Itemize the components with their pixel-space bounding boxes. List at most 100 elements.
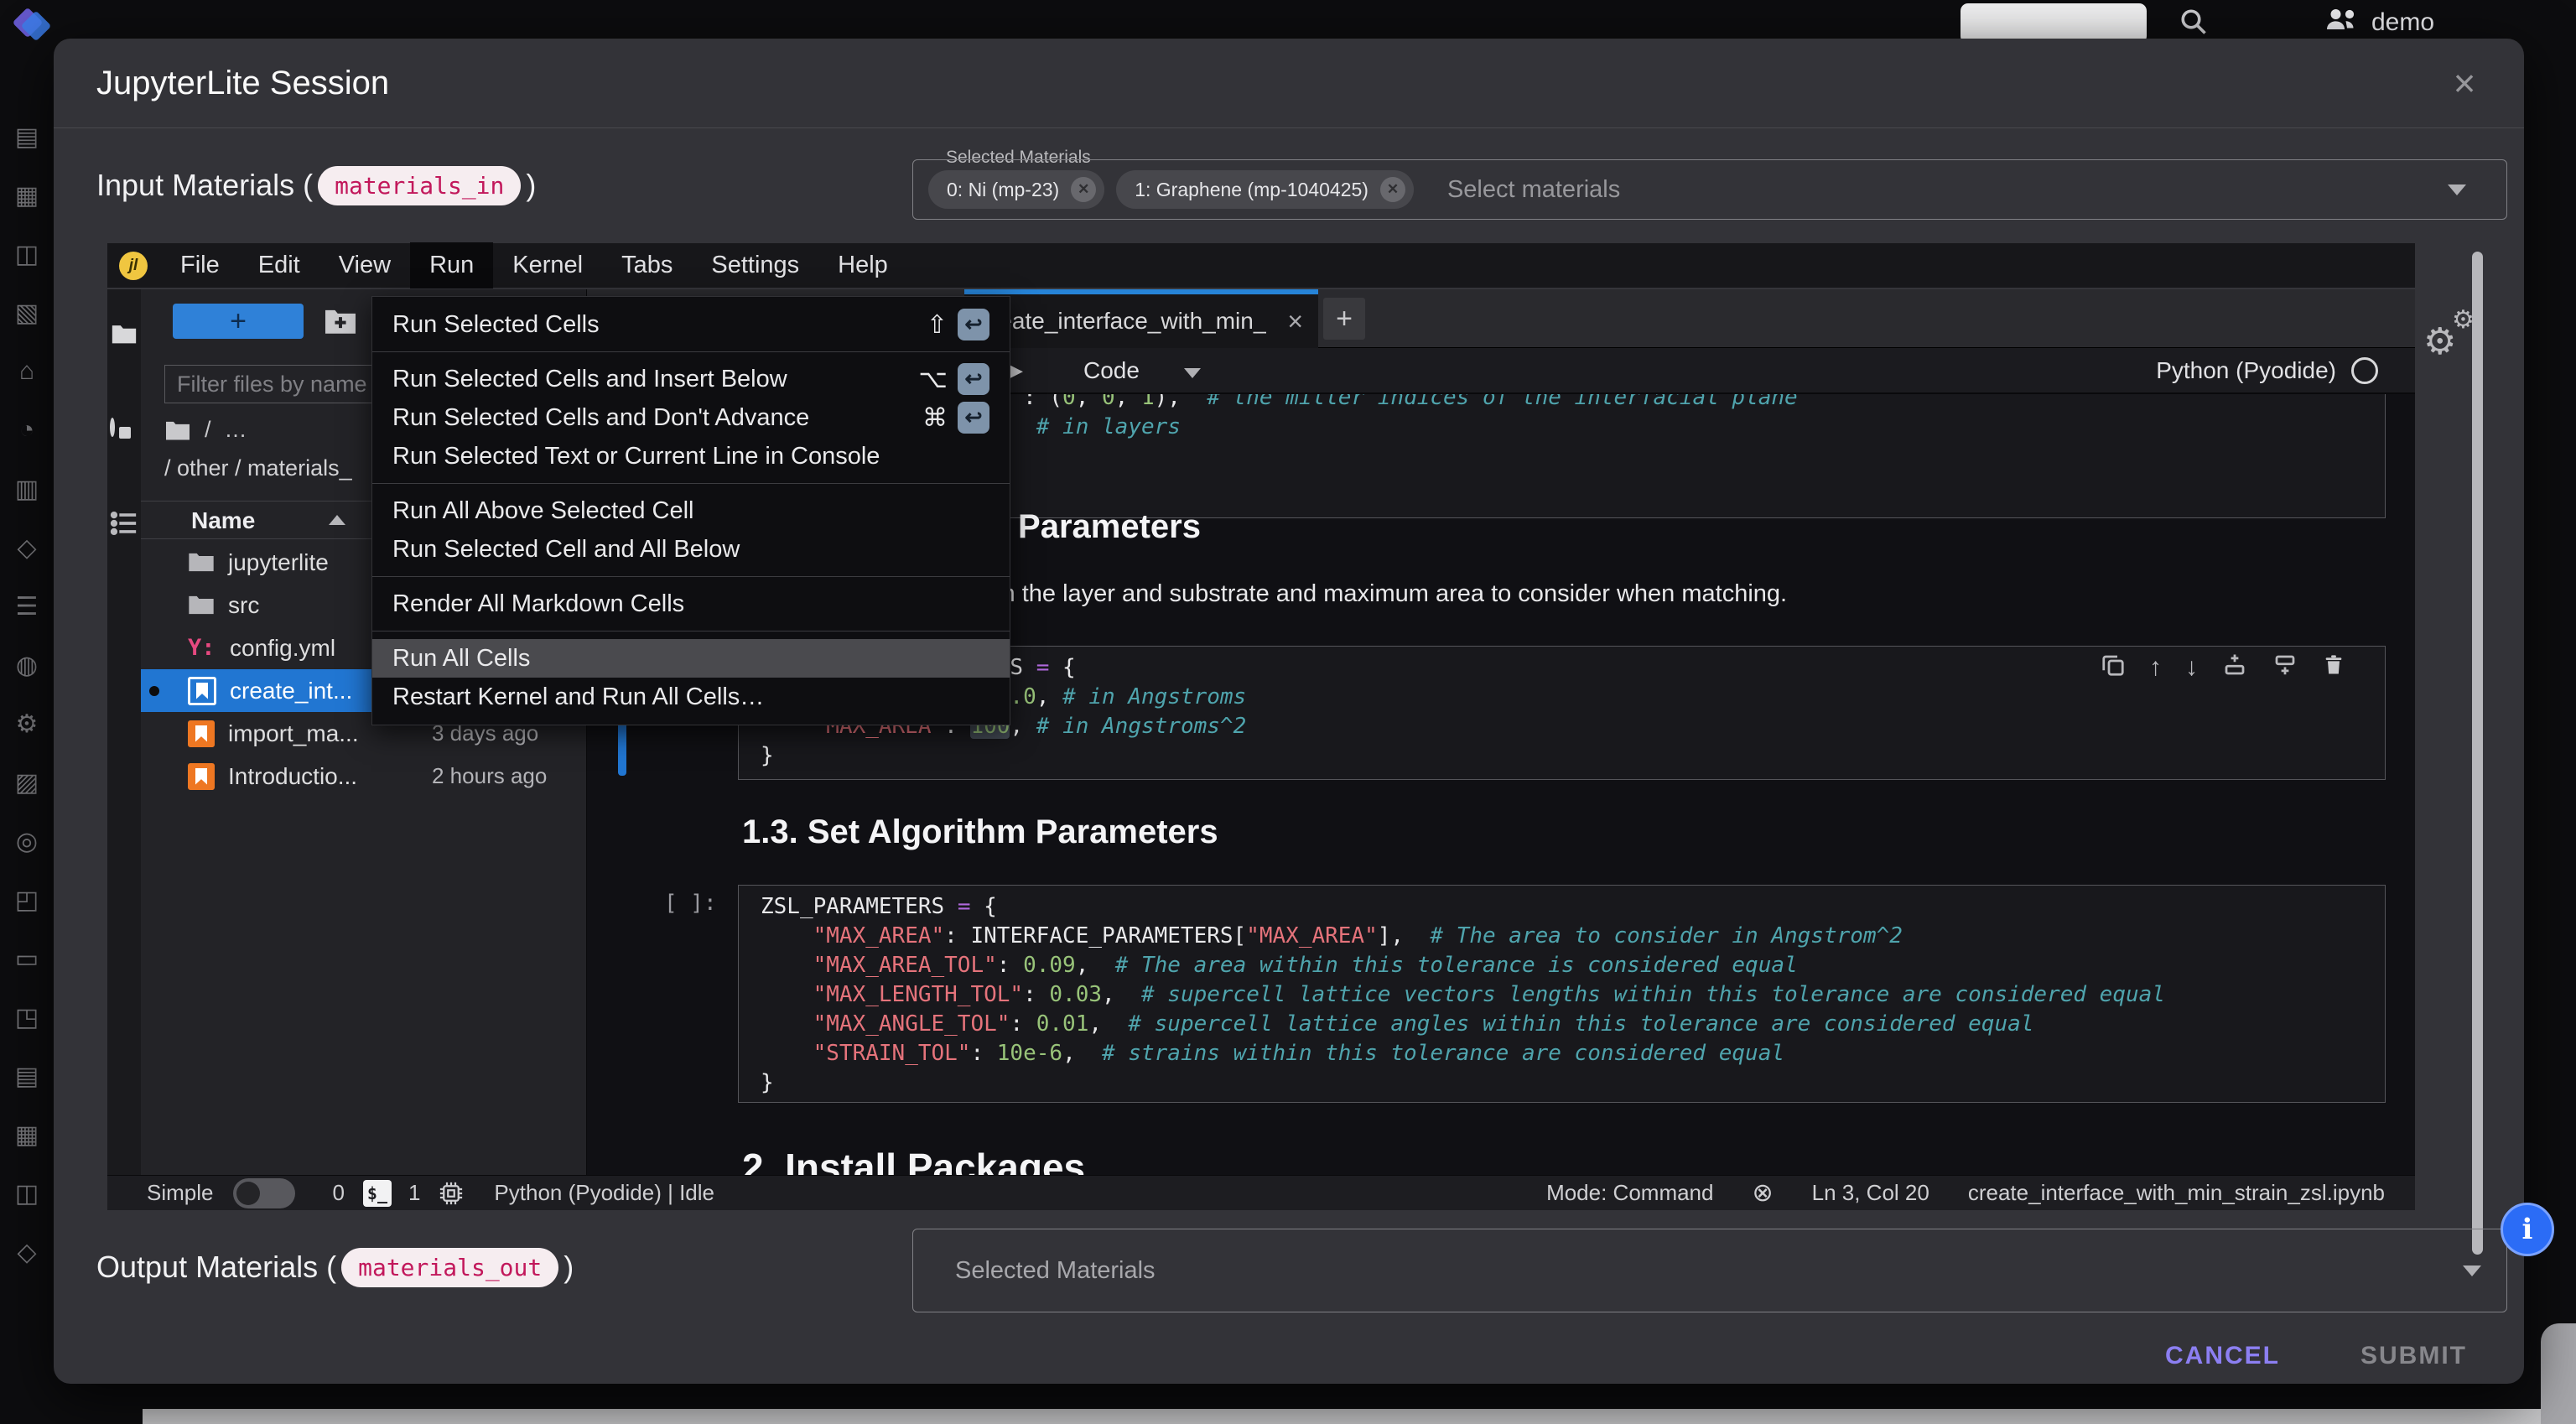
menu-file[interactable]: File <box>161 242 239 288</box>
insert-cell-below-icon[interactable] <box>2272 652 2298 682</box>
new-tab-button[interactable]: + <box>1323 298 1365 340</box>
kernels-count[interactable]: 1 <box>408 1180 420 1206</box>
kernel-indicator[interactable]: Python (Pyodide) <box>2156 357 2378 384</box>
chevron-down-icon[interactable] <box>2463 1265 2481 1276</box>
output-select-label: Selected Materials <box>955 1257 1156 1285</box>
close-icon[interactable]: × <box>2438 57 2490 109</box>
sidebar-icon[interactable]: ◎ <box>16 812 38 871</box>
sidebar-icon[interactable]: ◳ <box>15 988 39 1047</box>
cancel-button[interactable]: CANCEL <box>2142 1332 2303 1380</box>
submit-button[interactable]: SUBMIT <box>2337 1332 2490 1380</box>
code-cell[interactable]: ZSL_PARAMETERS = { "MAX_AREA": INTERFACE… <box>738 885 2386 1103</box>
search-icon[interactable] <box>2179 7 2209 41</box>
tab-close-icon[interactable]: × <box>1287 306 1303 337</box>
menu-item-run-selected-cells[interactable]: Run Selected Cells ⇧ ↩ <box>372 305 1010 344</box>
sidebar-icon[interactable]: ◇ <box>17 1223 36 1281</box>
sidebar-icon[interactable]: ▦ <box>15 166 39 225</box>
insert-cell-above-icon[interactable] <box>2221 652 2248 682</box>
breadcrumb[interactable]: / … <box>164 417 247 443</box>
running-sessions-icon[interactable] <box>110 420 138 449</box>
code-line: ZSL_PARAMETERS = { <box>761 892 2368 922</box>
sidebar-icon[interactable]: ◍ <box>16 636 38 694</box>
select-materials-placeholder[interactable]: Select materials <box>1447 176 1620 204</box>
info-button[interactable]: i <box>2501 1203 2554 1256</box>
new-folder-icon[interactable] <box>324 306 357 340</box>
menu-item-label: Run All Above Selected Cell <box>392 497 694 525</box>
sidebar-icon[interactable]: ▨ <box>15 753 39 812</box>
sidebar-icon[interactable]: ▧ <box>15 283 39 342</box>
menu-item-run-insert-below[interactable]: Run Selected Cells and Insert Below ⌥ ↩ <box>372 360 1010 398</box>
table-of-contents-icon[interactable] <box>110 509 138 538</box>
sidebar-icon[interactable]: ◫ <box>15 225 39 283</box>
material-chip[interactable]: 0: Ni (mp-23) ✕ <box>928 170 1104 209</box>
screen: ▤ ▦ ◫ ▧ ⌂ ◔ ▥ ◇ ☰ ◍ ⚙ ▨ ◎ ◰ ▭ ◳ ▤ ▦ ◫ ◇ … <box>0 0 2576 1424</box>
menu-view[interactable]: View <box>319 242 410 288</box>
sidebar-icon[interactable]: ☰ <box>16 577 39 636</box>
chip-remove-icon[interactable]: ✕ <box>1071 177 1096 202</box>
modal-scrollbar[interactable] <box>2472 252 2483 1255</box>
terminals-count[interactable]: 0 <box>332 1180 344 1206</box>
sidebar-icon[interactable]: ▤ <box>15 107 39 166</box>
menu-run[interactable]: Run <box>410 242 493 288</box>
menu-item-run-all-below[interactable]: Run Selected Cell and All Below <box>372 530 1010 569</box>
menu-item-render-markdown[interactable]: Render All Markdown Cells <box>372 585 1010 623</box>
code-line: "MAX_AREA_TOL": 0.09, # The area within … <box>761 951 2368 980</box>
mode-indicator[interactable]: Mode: Command <box>1546 1180 1713 1206</box>
sidebar-icon[interactable]: ▦ <box>15 1105 39 1164</box>
menu-edit[interactable]: Edit <box>239 242 319 288</box>
file-name: config.yml <box>230 635 335 662</box>
terminal-icon[interactable]: $_ <box>363 1180 392 1207</box>
sidebar-icon[interactable]: ⚙ <box>16 694 39 753</box>
sidebar-icon[interactable]: ◔ <box>19 401 34 460</box>
selected-materials-field[interactable]: 0: Ni (mp-23) ✕ 1: Graphene (mp-1040425)… <box>912 159 2507 220</box>
breadcrumb-path[interactable]: / other / materials_ <box>164 455 352 481</box>
duplicate-cell-icon[interactable] <box>2101 652 2126 682</box>
move-cell-up-icon[interactable]: ↑ <box>2149 653 2162 682</box>
paren: ) <box>564 1250 574 1285</box>
chip-remove-icon[interactable]: ✕ <box>1380 177 1405 202</box>
cursor-position[interactable]: Ln 3, Col 20 <box>1812 1180 1929 1206</box>
menu-item-restart-run-all[interactable]: Restart Kernel and Run All Cells… <box>372 678 1010 716</box>
sidebar-icon[interactable]: ▭ <box>15 929 39 988</box>
file-row[interactable]: Introductio... 2 hours ago <box>141 755 586 798</box>
sidebar-icon[interactable]: ◫ <box>15 1164 39 1223</box>
sidebar-icon[interactable]: ⌂ <box>19 342 34 401</box>
chevron-down-icon[interactable] <box>2448 184 2466 195</box>
cell-toolbar: ↑ ↓ <box>2101 652 2345 682</box>
menu-item-run-text-in-console[interactable]: Run Selected Text or Current Line in Con… <box>372 437 1010 476</box>
sidebar-icon[interactable]: ◇ <box>17 518 36 577</box>
kernel-status-text[interactable]: Python (Pyodide) | Idle <box>494 1180 714 1206</box>
notebook-tab[interactable]: create_interface_with_min_ × <box>964 289 1318 348</box>
file-name: Introductio... <box>228 763 357 790</box>
kernel-chip-icon[interactable] <box>439 1181 464 1206</box>
sidebar-icon[interactable]: ▤ <box>15 1047 39 1105</box>
material-chip[interactable]: 1: Graphene (mp-1040425) ✕ <box>1116 170 1414 209</box>
simple-mode-toggle[interactable] <box>233 1178 295 1208</box>
menu-item-run-all-above[interactable]: Run All Above Selected Cell <box>372 491 1010 530</box>
menu-item-run-dont-advance[interactable]: Run Selected Cells and Don't Advance ⌘ ↩ <box>372 398 1010 437</box>
breadcrumb-ellipsis[interactable]: … <box>225 417 247 443</box>
menu-item-run-all-cells[interactable]: Run All Cells <box>372 639 1010 678</box>
lab-menubar: jl File Edit View Run Kernel Tabs Settin… <box>107 243 2415 289</box>
file-browser-tab-icon[interactable] <box>110 320 138 348</box>
menu-settings[interactable]: Settings <box>692 242 818 288</box>
menu-help[interactable]: Help <box>818 242 907 288</box>
enter-key-icon: ↩ <box>958 309 989 340</box>
name-column-header[interactable]: Name <box>191 507 255 534</box>
menu-kernel[interactable]: Kernel <box>493 242 602 288</box>
new-launcher-button[interactable]: + <box>173 304 304 339</box>
background-searchbox <box>1961 3 2147 44</box>
chevron-down-icon[interactable] <box>1184 368 1201 378</box>
delete-cell-icon[interactable] <box>2322 652 2345 682</box>
trust-shield-icon[interactable]: ⊗ <box>1752 1178 1773 1208</box>
user-menu[interactable]: demo <box>2324 5 2434 40</box>
lab-statusbar: Simple 0 $_ 1 Python (Pyodide) | Idle Mo… <box>107 1175 2415 1210</box>
sidebar-icon[interactable]: ▥ <box>15 460 39 518</box>
sidebar-icon[interactable]: ◰ <box>15 871 39 929</box>
move-cell-down-icon[interactable]: ↓ <box>2185 653 2198 682</box>
cell-type-select[interactable]: Code <box>1083 357 1140 384</box>
sort-ascending-icon[interactable] <box>329 515 345 525</box>
menu-tabs[interactable]: Tabs <box>602 242 692 288</box>
statusbar-filename: create_interface_with_min_strain_zsl.ipy… <box>1968 1180 2385 1206</box>
output-materials-select[interactable]: Selected Materials <box>912 1229 2507 1312</box>
